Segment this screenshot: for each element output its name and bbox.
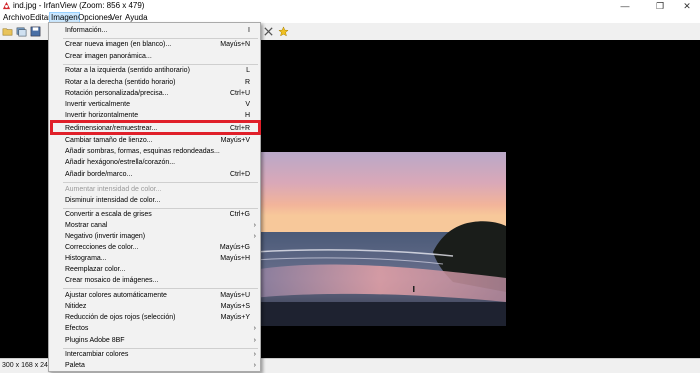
menu-opciones[interactable]: Opciones	[77, 13, 113, 22]
submenu-arrow-icon: ›	[253, 337, 256, 344]
menu-item-cambiar-tamano-lienzo[interactable]: Cambiar tamaño de lienzo... Mayús+V	[49, 135, 260, 146]
menu-item-label: Histograma...	[65, 255, 107, 262]
menu-item-rotar-izquierda[interactable]: Rotar a la izquierda (sentido antihorari…	[49, 65, 260, 76]
menu-item-label: Negativo (invertir imagen)	[65, 233, 146, 240]
effects-icon[interactable]	[263, 26, 274, 37]
highlight-box	[50, 120, 261, 135]
title-bar: ind.jpg - IrfanView (Zoom: 856 x 479) — …	[0, 0, 700, 12]
menu-item-shortcut: Ctrl+G	[229, 211, 250, 218]
menu-item-label: Rotar a la derecha (sentido horario)	[65, 79, 176, 86]
favorite-star-icon[interactable]	[278, 26, 289, 37]
menu-item-label: Ajustar colores automáticamente	[65, 292, 167, 299]
open-folder-icon[interactable]	[2, 26, 13, 37]
minimize-button[interactable]: —	[610, 0, 640, 12]
menu-item-label: Invertir verticalmente	[65, 101, 130, 108]
save-icon[interactable]	[30, 26, 41, 37]
menu-item-shortcut: Mayús+V	[220, 137, 250, 144]
menu-item-escala-grises[interactable]: Convertir a escala de grises Ctrl+G	[49, 209, 260, 220]
menu-item-invertir-verticalmente[interactable]: Invertir verticalmente V	[49, 99, 260, 110]
menu-item-label: Añadir borde/marco...	[65, 171, 133, 178]
submenu-arrow-icon: ›	[253, 362, 256, 369]
menu-item-label: Información...	[65, 27, 108, 34]
menu-item-shortcut: H	[244, 112, 250, 119]
submenu-arrow-icon: ›	[253, 222, 256, 229]
menu-item-label: Crear mosaico de imágenes...	[65, 277, 159, 284]
irfanview-app-icon	[2, 1, 11, 10]
menu-item-crear-imagen-panoramica[interactable]: Crear imagen panorámica...	[49, 51, 260, 62]
menu-item-label: Crear nueva imagen (en blanco)...	[65, 41, 172, 48]
menu-item-anadir-sombras[interactable]: Añadir sombras, formas, esquinas redonde…	[49, 146, 260, 157]
menu-item-histograma[interactable]: Histograma... Mayús+H	[49, 253, 260, 264]
menu-item-shortcut: Mayús+H	[220, 255, 250, 262]
menu-item-label: Efectos	[65, 325, 89, 332]
menu-item-label: Rotación personalizada/precisa...	[65, 90, 169, 97]
menu-item-informacion[interactable]: Información... I	[49, 25, 260, 36]
menu-archivo[interactable]: Archivo	[2, 13, 31, 22]
sunset-beach-photo	[253, 152, 506, 326]
menu-item-shortcut: Mayús+U	[220, 292, 250, 299]
menu-item-label: Cambiar tamaño de lienzo...	[65, 137, 153, 144]
menu-item-label: Disminuir intensidad de color...	[65, 197, 161, 204]
menu-item-label: Añadir sombras, formas, esquinas redonde…	[65, 148, 220, 155]
close-button[interactable]: ✕	[672, 0, 700, 12]
menu-item-label: Crear imagen panorámica...	[65, 53, 152, 60]
menu-item-label: Reducción de ojos rojos (selección)	[65, 314, 176, 321]
maximize-button[interactable]: ❐	[645, 0, 675, 12]
menu-item-efectos[interactable]: Efectos ›	[49, 323, 260, 334]
slideshow-icon[interactable]	[16, 26, 27, 37]
menu-item-anadir-borde[interactable]: Añadir borde/marco... Ctrl+D	[49, 169, 260, 180]
menu-item-ajustar-colores[interactable]: Ajustar colores automáticamente Mayús+U	[49, 290, 260, 301]
menu-item-label: Paleta	[65, 362, 85, 369]
menu-item-rotacion-personalizada[interactable]: Rotación personalizada/precisa... Ctrl+U	[49, 88, 260, 99]
menu-item-nitidez[interactable]: Nitidez Mayús+S	[49, 301, 260, 312]
menu-item-label: Nitidez	[65, 303, 87, 310]
menu-item-label: Convertir a escala de grises	[65, 211, 152, 218]
window-title: ind.jpg - IrfanView (Zoom: 856 x 479)	[13, 1, 145, 10]
menu-separator	[63, 182, 258, 183]
menu-item-label: Reemplazar color...	[65, 266, 126, 273]
menu-ayuda[interactable]: Ayuda	[124, 13, 149, 22]
image-info-status: 300 x 168 x 24 B	[2, 362, 55, 369]
menu-item-mostrar-canal[interactable]: Mostrar canal ›	[49, 220, 260, 231]
menu-item-correcciones-color[interactable]: Correcciones de color... Mayús+G	[49, 242, 260, 253]
submenu-arrow-icon: ›	[253, 351, 256, 358]
menu-item-intercambiar-colores[interactable]: Intercambiar colores ›	[49, 349, 260, 360]
imagen-dropdown-menu: Información... I Crear nueva imagen (en …	[48, 22, 261, 372]
menu-item-shortcut: V	[245, 101, 250, 108]
menu-item-crear-nueva-imagen[interactable]: Crear nueva imagen (en blanco)... Mayús+…	[49, 39, 260, 50]
menu-item-aumentar-intensidad: Aumentar intensidad de color...	[49, 184, 260, 195]
menu-item-label: Mostrar canal	[65, 222, 108, 229]
menu-item-shortcut: Mayús+S	[220, 303, 250, 310]
menu-item-shortcut: Mayús+N	[220, 41, 250, 48]
menu-item-disminuir-intensidad[interactable]: Disminuir intensidad de color...	[49, 195, 260, 206]
menu-item-label: Rotar a la izquierda (sentido antihorari…	[65, 67, 190, 74]
menu-item-label: Correcciones de color...	[65, 244, 139, 251]
submenu-arrow-icon: ›	[253, 325, 256, 332]
menu-item-reemplazar-color[interactable]: Reemplazar color...	[49, 264, 260, 275]
menu-separator	[63, 288, 258, 289]
menu-item-shortcut: Mayús+G	[219, 244, 250, 251]
menu-item-plugins-8bf[interactable]: Plugins Adobe 8BF ›	[49, 335, 260, 346]
menu-item-label: Plugins Adobe 8BF	[65, 337, 125, 344]
menu-item-shortcut: Mayús+Y	[220, 314, 250, 321]
menu-item-shortcut: L	[246, 67, 250, 74]
menu-item-shortcut: Ctrl+D	[229, 171, 250, 178]
menu-item-paleta[interactable]: Paleta ›	[49, 360, 260, 371]
submenu-arrow-icon: ›	[253, 233, 256, 240]
menu-item-label: Intercambiar colores	[65, 351, 129, 358]
menu-item-rotar-derecha[interactable]: Rotar a la derecha (sentido horario) R	[49, 77, 260, 88]
menu-item-anadir-hexagono[interactable]: Añadir hexágono/estrella/corazón...	[49, 157, 260, 168]
menu-ver[interactable]: Ver	[109, 13, 123, 22]
menu-item-shortcut: Ctrl+U	[229, 90, 250, 97]
menu-item-label: Invertir horizontalmente	[65, 112, 139, 119]
menu-item-negativo[interactable]: Negativo (invertir imagen) ›	[49, 231, 260, 242]
menu-item-label: Añadir hexágono/estrella/corazón...	[65, 159, 176, 166]
menu-item-ojos-rojos[interactable]: Reducción de ojos rojos (selección) Mayú…	[49, 312, 260, 323]
menu-item-shortcut: R	[244, 79, 250, 86]
menu-item-label: Aumentar intensidad de color...	[65, 186, 162, 193]
menu-item-crear-mosaico[interactable]: Crear mosaico de imágenes...	[49, 275, 260, 286]
menu-item-shortcut: I	[248, 27, 250, 34]
